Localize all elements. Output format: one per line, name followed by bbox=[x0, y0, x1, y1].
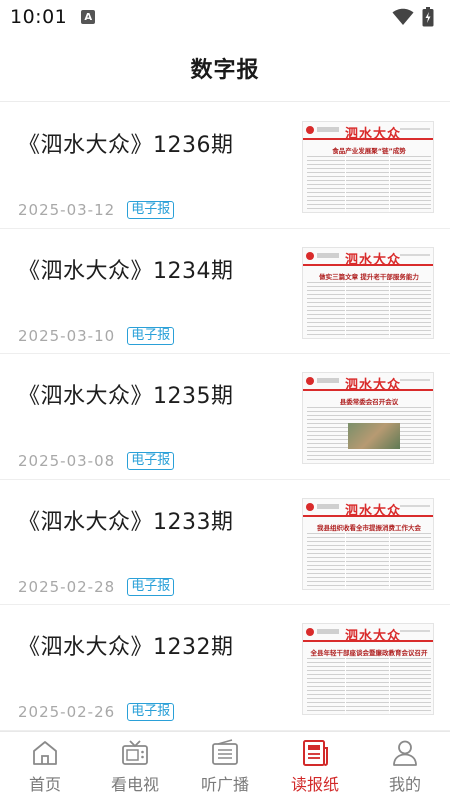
column-gap bbox=[389, 156, 390, 212]
tab-home[interactable]: 首页 bbox=[0, 732, 90, 797]
list-item[interactable]: 《泗水大众》1232期 2025-02-26 电子报 泗水大众 全县年轻干部座谈… bbox=[0, 605, 450, 731]
list-item[interactable]: 《泗水大众》1234期 2025-03-10 电子报 泗水大众 做实三篇文章 提… bbox=[0, 229, 450, 354]
user-icon bbox=[393, 740, 417, 766]
page-title: 数字报 bbox=[190, 57, 260, 83]
thumbnail-headline: 食品产业发展聚“链”成势 bbox=[332, 147, 406, 155]
e-paper-badge: 电子报 bbox=[127, 326, 175, 345]
issue-meta: 2025-02-26 电子报 bbox=[18, 703, 175, 721]
e-paper-badge: 电子报 bbox=[127, 201, 175, 219]
issue-title: 《泗水大众》1236期 bbox=[18, 133, 234, 158]
thumbnail-headline: 全县年轻干部座谈会暨廉政教育会议召开 bbox=[310, 649, 428, 657]
thumbnail-text-lines bbox=[307, 532, 431, 589]
wifi-icon bbox=[392, 8, 414, 25]
newspaper-logo-icon bbox=[306, 502, 314, 511]
page-header: 数字报 bbox=[0, 34, 450, 102]
masthead-text-line bbox=[317, 378, 339, 383]
issue-meta: 2025-03-10 电子报 bbox=[18, 326, 175, 345]
status-time: 10:01 bbox=[10, 6, 68, 28]
newspaper-list[interactable]: 《泗水大众》1236期 2025-03-12 电子报 泗水大众 食品产业发展聚“… bbox=[0, 103, 450, 731]
masthead-text-line bbox=[317, 252, 339, 258]
column-gap bbox=[389, 658, 390, 714]
tab-label: 读报纸 bbox=[290, 775, 339, 794]
bottom-tab-bar: 首页 看电视 听广播 读报纸 我的 bbox=[0, 731, 450, 797]
column-gap bbox=[345, 281, 346, 338]
masthead-rule bbox=[400, 253, 430, 256]
thumbnail-masthead: 泗水大众 bbox=[345, 503, 402, 519]
battery-icon bbox=[422, 7, 434, 27]
issue-thumbnail[interactable]: 泗水大众 做实三篇文章 提升老干部服务能力 bbox=[302, 246, 434, 339]
issue-date: 2025-03-10 bbox=[18, 326, 116, 345]
issue-title: 《泗水大众》1233期 bbox=[18, 509, 234, 535]
tab-newspaper[interactable]: 读报纸 bbox=[270, 732, 360, 797]
masthead-rule bbox=[400, 504, 430, 507]
thumbnail-text-lines bbox=[307, 156, 431, 212]
thumbnail-headline: 县委常委会召开会议 bbox=[339, 398, 399, 406]
issue-title: 《泗水大众》1232期 bbox=[18, 635, 234, 660]
tab-label: 看电视 bbox=[110, 775, 159, 794]
issue-date: 2025-03-12 bbox=[18, 201, 116, 219]
issue-thumbnail[interactable]: 泗水大众 全县年轻干部座谈会暨廉政教育会议召开 bbox=[302, 623, 434, 715]
issue-meta: 2025-03-08 电子报 bbox=[18, 452, 175, 470]
tab-label: 听广播 bbox=[200, 775, 249, 794]
list-item[interactable]: 《泗水大众》1235期 2025-03-08 电子报 泗水大众 县委常委会召开会… bbox=[0, 354, 450, 480]
tab-tv[interactable]: 看电视 bbox=[90, 732, 180, 797]
issue-meta: 2025-02-28 电子报 bbox=[18, 577, 175, 596]
issue-meta: 2025-03-12 电子报 bbox=[18, 201, 175, 219]
e-paper-badge: 电子报 bbox=[127, 452, 175, 470]
tv-icon bbox=[122, 740, 148, 765]
issue-title: 《泗水大众》1234期 bbox=[18, 258, 234, 284]
list-item[interactable]: 《泗水大众》1233期 2025-02-28 电子报 泗水大众 我县组织收看全市… bbox=[0, 480, 450, 605]
masthead-text-line bbox=[317, 127, 339, 132]
status-icons bbox=[392, 7, 434, 27]
tab-label: 首页 bbox=[28, 775, 61, 794]
list-item[interactable]: 《泗水大众》1236期 2025-03-12 电子报 泗水大众 食品产业发展聚“… bbox=[0, 103, 450, 229]
tab-profile[interactable]: 我的 bbox=[360, 732, 450, 797]
issue-thumbnail[interactable]: 泗水大众 县委常委会召开会议 bbox=[302, 372, 434, 464]
notification-icon: A bbox=[81, 10, 96, 24]
tab-radio[interactable]: 听广播 bbox=[180, 732, 270, 797]
newspaper-logo-icon bbox=[306, 251, 314, 260]
issue-thumbnail[interactable]: 泗水大众 食品产业发展聚“链”成势 bbox=[302, 121, 434, 213]
newspaper-logo-icon bbox=[306, 126, 314, 134]
thumbnail-headline: 我县组织收看全市提振消费工作大会 bbox=[317, 523, 421, 532]
column-gap bbox=[345, 532, 346, 589]
status-bar: 10:01 A bbox=[0, 0, 450, 34]
thumbnail-masthead: 泗水大众 bbox=[345, 629, 402, 644]
thumbnail-text-lines bbox=[307, 658, 431, 714]
issue-thumbnail[interactable]: 泗水大众 我县组织收看全市提振消费工作大会 bbox=[302, 497, 434, 590]
issue-title: 《泗水大众》1235期 bbox=[18, 384, 234, 409]
thumbnail-headline: 做实三篇文章 提升老干部服务能力 bbox=[319, 272, 419, 281]
e-paper-badge: 电子报 bbox=[127, 577, 175, 596]
newspaper-logo-icon bbox=[306, 377, 314, 385]
column-gap bbox=[345, 658, 346, 714]
masthead-rule bbox=[400, 128, 430, 130]
thumbnail-masthead: 泗水大众 bbox=[345, 378, 402, 393]
masthead-rule bbox=[400, 379, 430, 381]
thumbnail-photo bbox=[348, 423, 400, 449]
tab-label: 我的 bbox=[388, 775, 421, 794]
column-gap bbox=[345, 156, 346, 212]
radio-icon bbox=[212, 739, 238, 765]
masthead-text-line bbox=[317, 503, 339, 509]
masthead-text-line bbox=[317, 629, 339, 634]
thumbnail-masthead: 泗水大众 bbox=[345, 252, 402, 268]
masthead-rule bbox=[400, 630, 430, 632]
issue-date: 2025-03-08 bbox=[18, 452, 116, 470]
issue-date: 2025-02-28 bbox=[18, 577, 116, 596]
thumbnail-masthead: 泗水大众 bbox=[345, 127, 402, 142]
thumbnail-text-lines bbox=[307, 281, 431, 338]
newspaper-logo-icon bbox=[306, 628, 314, 636]
issue-date: 2025-02-26 bbox=[18, 703, 116, 721]
e-paper-badge: 电子报 bbox=[127, 703, 175, 721]
newspaper-icon bbox=[303, 740, 328, 766]
column-gap bbox=[389, 532, 390, 589]
column-gap bbox=[389, 281, 390, 338]
home-icon bbox=[33, 741, 57, 765]
